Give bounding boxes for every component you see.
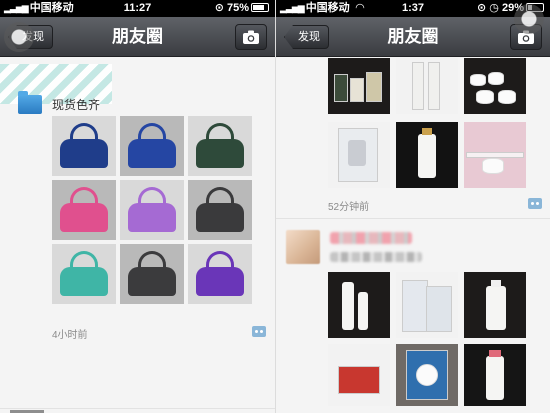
photo[interactable] [120,116,184,176]
photo[interactable] [396,344,458,406]
nav-bar: 发现 朋友圈 [0,17,275,57]
comment-icon[interactable] [252,326,266,337]
photo[interactable] [328,58,390,114]
handbag [59,138,109,168]
battery-percent: 75% [226,2,249,14]
photo[interactable] [188,116,252,176]
divider [276,218,550,219]
status-bar: ▂▃▅▆ 中国移动 11:27 ⊙ 75% [0,0,275,17]
divider [0,408,275,409]
handbag [59,202,109,232]
page-title: 朋友圈 [387,27,439,46]
photo[interactable] [464,58,526,114]
rotation-lock-icon: ⊙ [477,2,487,14]
photo[interactable] [328,272,390,338]
battery-icon [251,3,269,12]
status-bar: ▂▃▅▆ 中国移动 ◠ 1:37 ⊙ ◷ 29% [276,0,550,17]
handbag [195,202,245,232]
page-title: 朋友圈 [112,27,163,46]
avatar[interactable] [286,230,320,264]
handbag [195,138,245,168]
photo[interactable] [464,344,526,406]
status-right: ⊙ 75% [215,0,269,17]
photo[interactable] [120,180,184,240]
photo[interactable] [464,272,526,338]
photo[interactable] [396,272,458,338]
post-time: 4小时前 [52,330,88,341]
photo[interactable] [120,244,184,304]
photo[interactable] [464,122,526,188]
photo[interactable] [396,58,458,114]
photo[interactable] [52,116,116,176]
feed: 52分钟前 [276,58,550,413]
rotation-lock-icon: ⊙ [214,2,224,14]
handbag [127,138,177,168]
photo[interactable] [328,122,390,188]
photo[interactable] [52,244,116,304]
camera-icon [243,30,259,44]
handbag [195,266,245,296]
left-screen: ▂▃▅▆中国移动 11:27 ⊙ 75% 发现 朋友圈 现货色齐 4小时前 [0,0,275,413]
right-screen: ▂▃▅▆ 中国移动 ◠ 1:37 ⊙ ◷ 29% 发现 朋友圈 52分钟前 [276,0,550,413]
camera-button[interactable] [235,24,267,50]
author-name-redacted [330,232,412,244]
comment-icon[interactable] [528,198,542,209]
photo[interactable] [328,344,390,406]
handbag [127,266,177,296]
assistive-touch-icon[interactable] [514,4,544,34]
post-time: 52分钟前 [328,202,370,213]
photo[interactable] [188,180,252,240]
post-text-redacted [330,252,422,262]
photo[interactable] [188,244,252,304]
handbag [127,202,177,232]
photo[interactable] [52,180,116,240]
feed: 现货色齐 4小时前 [0,58,275,413]
clock-icon: ◷ [489,2,499,14]
photo[interactable] [396,122,458,188]
handbag [59,266,109,296]
avatar[interactable] [18,91,42,114]
assistive-touch-icon[interactable] [4,22,34,52]
nav-bar: 发现 朋友圈 [276,17,550,57]
post-text: 现货色齐 [52,98,101,112]
